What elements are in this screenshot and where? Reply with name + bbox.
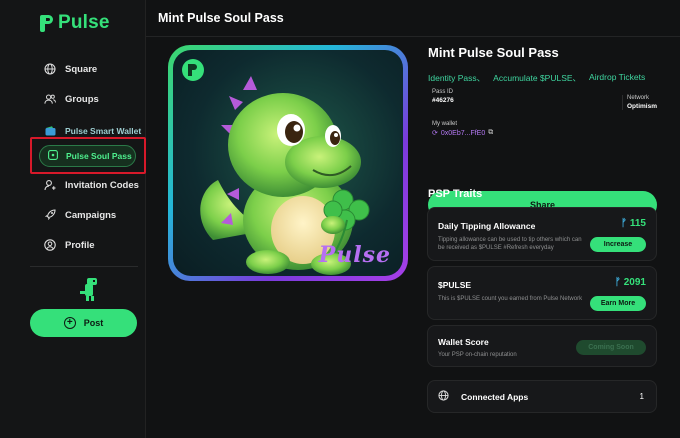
psp-traits-title: PSP Traits: [428, 188, 483, 200]
soul-pass-artwork: Pulse: [168, 45, 408, 281]
wallet-score-title: Wallet Score: [438, 337, 489, 347]
post-button-label: Post: [83, 318, 104, 328]
pass-icon: [48, 150, 58, 162]
artwork-pulse-label: Pulse: [318, 242, 391, 268]
daily-tipping-value-wrap: ᚠ 115: [621, 218, 646, 229]
sidebar-divider: [30, 266, 138, 267]
earn-more-button[interactable]: Earn More: [590, 296, 646, 311]
page-header: Mint Pulse Soul Pass: [146, 0, 680, 37]
tag-identity: Identity Pass、: [428, 73, 486, 83]
rocket-icon: [44, 209, 56, 221]
sidebar-item-label: Profile: [65, 239, 95, 251]
pulse-balance-card: $PULSE This is $PULSE count you earned f…: [427, 266, 657, 320]
sidebar: Pulse Square Groups Pulse Smart Wallet P…: [0, 0, 146, 438]
pulse-balance-value-wrap: ᚠ 2091: [615, 277, 646, 288]
copy-icon[interactable]: ⧉: [488, 129, 493, 137]
globe-icon: [438, 390, 449, 403]
globe-icon: [44, 63, 56, 75]
coming-soon-button: Coming Soon: [576, 340, 646, 355]
wallet-icon: [44, 125, 56, 137]
sidebar-item-groups[interactable]: Groups: [30, 84, 145, 114]
sidebar-item-label: Groups: [65, 93, 99, 105]
sidebar-item-label: Invitation Codes: [65, 179, 139, 191]
network-label: Network: [627, 95, 650, 101]
sidebar-item-soul-pass[interactable]: Pulse Soul Pass: [39, 145, 136, 167]
connected-apps-count: 1: [639, 392, 644, 401]
app-logo[interactable]: Pulse: [40, 12, 110, 34]
pass-title: Mint Pulse Soul Pass: [428, 45, 559, 60]
sidebar-item-label: Pulse Soul Pass: [66, 151, 132, 161]
active-item-highlight: Pulse Soul Pass: [30, 137, 146, 174]
link-icon: ⟳: [432, 130, 438, 137]
daily-tipping-card: Daily Tipping Allowance Tipping allowanc…: [427, 207, 657, 261]
sidebar-item-invitation-codes[interactable]: Invitation Codes: [30, 170, 145, 200]
daily-tipping-desc: Tipping allowance can be used to tip oth…: [438, 237, 582, 251]
pulse-balance-value: 2091: [623, 277, 646, 288]
sidebar-item-label: Square: [65, 63, 98, 75]
pass-id-value: #46276: [432, 97, 454, 104]
pass-id-block: Pass ID #46276: [432, 89, 454, 104]
pulse-balance-title: $PULSE: [438, 280, 472, 290]
pulse-balance-desc: This is $PULSE count you earned from Pul…: [438, 296, 583, 302]
soul-pass-image: Pulse: [173, 50, 403, 276]
daily-tipping-title: Daily Tipping Allowance: [438, 221, 536, 231]
network-block: Network Optimism: [622, 95, 657, 110]
pulse-logo-icon: [40, 14, 53, 32]
connected-apps-label: Connected Apps: [461, 391, 529, 402]
increase-button[interactable]: Increase: [590, 237, 646, 252]
wallet-score-desc: Your PSP on-chain reputation: [438, 352, 517, 358]
sidebar-item-label: Pulse Smart Wallet: [65, 126, 142, 136]
tag-airdrop: Airdrop Tickets: [589, 72, 646, 82]
wallet-address[interactable]: ⟳ 0x0Eb7...FfE0 ⧉: [432, 129, 493, 137]
pass-id-label: Pass ID: [432, 89, 454, 95]
sidebar-item-square[interactable]: Square: [30, 54, 145, 84]
connected-apps-card[interactable]: Connected Apps 1: [427, 380, 657, 413]
pulse-token-icon: ᚠ: [620, 218, 627, 229]
pass-info: Mint Pulse Soul Pass Identity Pass、 Accu…: [428, 45, 658, 219]
post-button[interactable]: + Post: [30, 309, 137, 337]
wallet-block: My wallet ⟳ 0x0Eb7...FfE0 ⧉: [432, 121, 493, 137]
page-title: Mint Pulse Soul Pass: [158, 11, 284, 25]
sidebar-item-campaigns[interactable]: Campaigns: [30, 200, 145, 230]
daily-tipping-value: 115: [629, 218, 646, 229]
network-value: Optimism: [627, 103, 657, 110]
dino-mascot-icon: [78, 276, 102, 302]
pass-tags: Identity Pass、 Accumulate $PULSE、 Airdro…: [428, 72, 658, 84]
tag-accumulate: Accumulate $PULSE、: [493, 73, 582, 83]
wallet-address-text: 0x0Eb7...FfE0: [440, 129, 486, 137]
sidebar-item-label: Campaigns: [65, 209, 117, 221]
user-add-icon: [44, 179, 56, 191]
profile-icon: [44, 239, 56, 251]
app-name: Pulse: [58, 12, 110, 33]
users-icon: [44, 93, 56, 105]
pass-meta: Pass ID #46276 Network Optimism My walle…: [428, 89, 658, 219]
wallet-label: My wallet: [432, 121, 458, 127]
pulse-token-icon: ᚠ: [614, 277, 621, 288]
sidebar-nav-secondary: Invitation Codes Campaigns Profile: [30, 170, 145, 260]
sidebar-item-profile[interactable]: Profile: [30, 230, 145, 260]
wallet-score-card: Wallet Score Your PSP on-chain reputatio…: [427, 325, 657, 367]
connected-apps-row: Connected Apps: [438, 381, 528, 412]
sidebar-nav: Square Groups Pulse Smart Wallet: [30, 54, 145, 146]
plus-circle-icon: +: [63, 317, 76, 329]
